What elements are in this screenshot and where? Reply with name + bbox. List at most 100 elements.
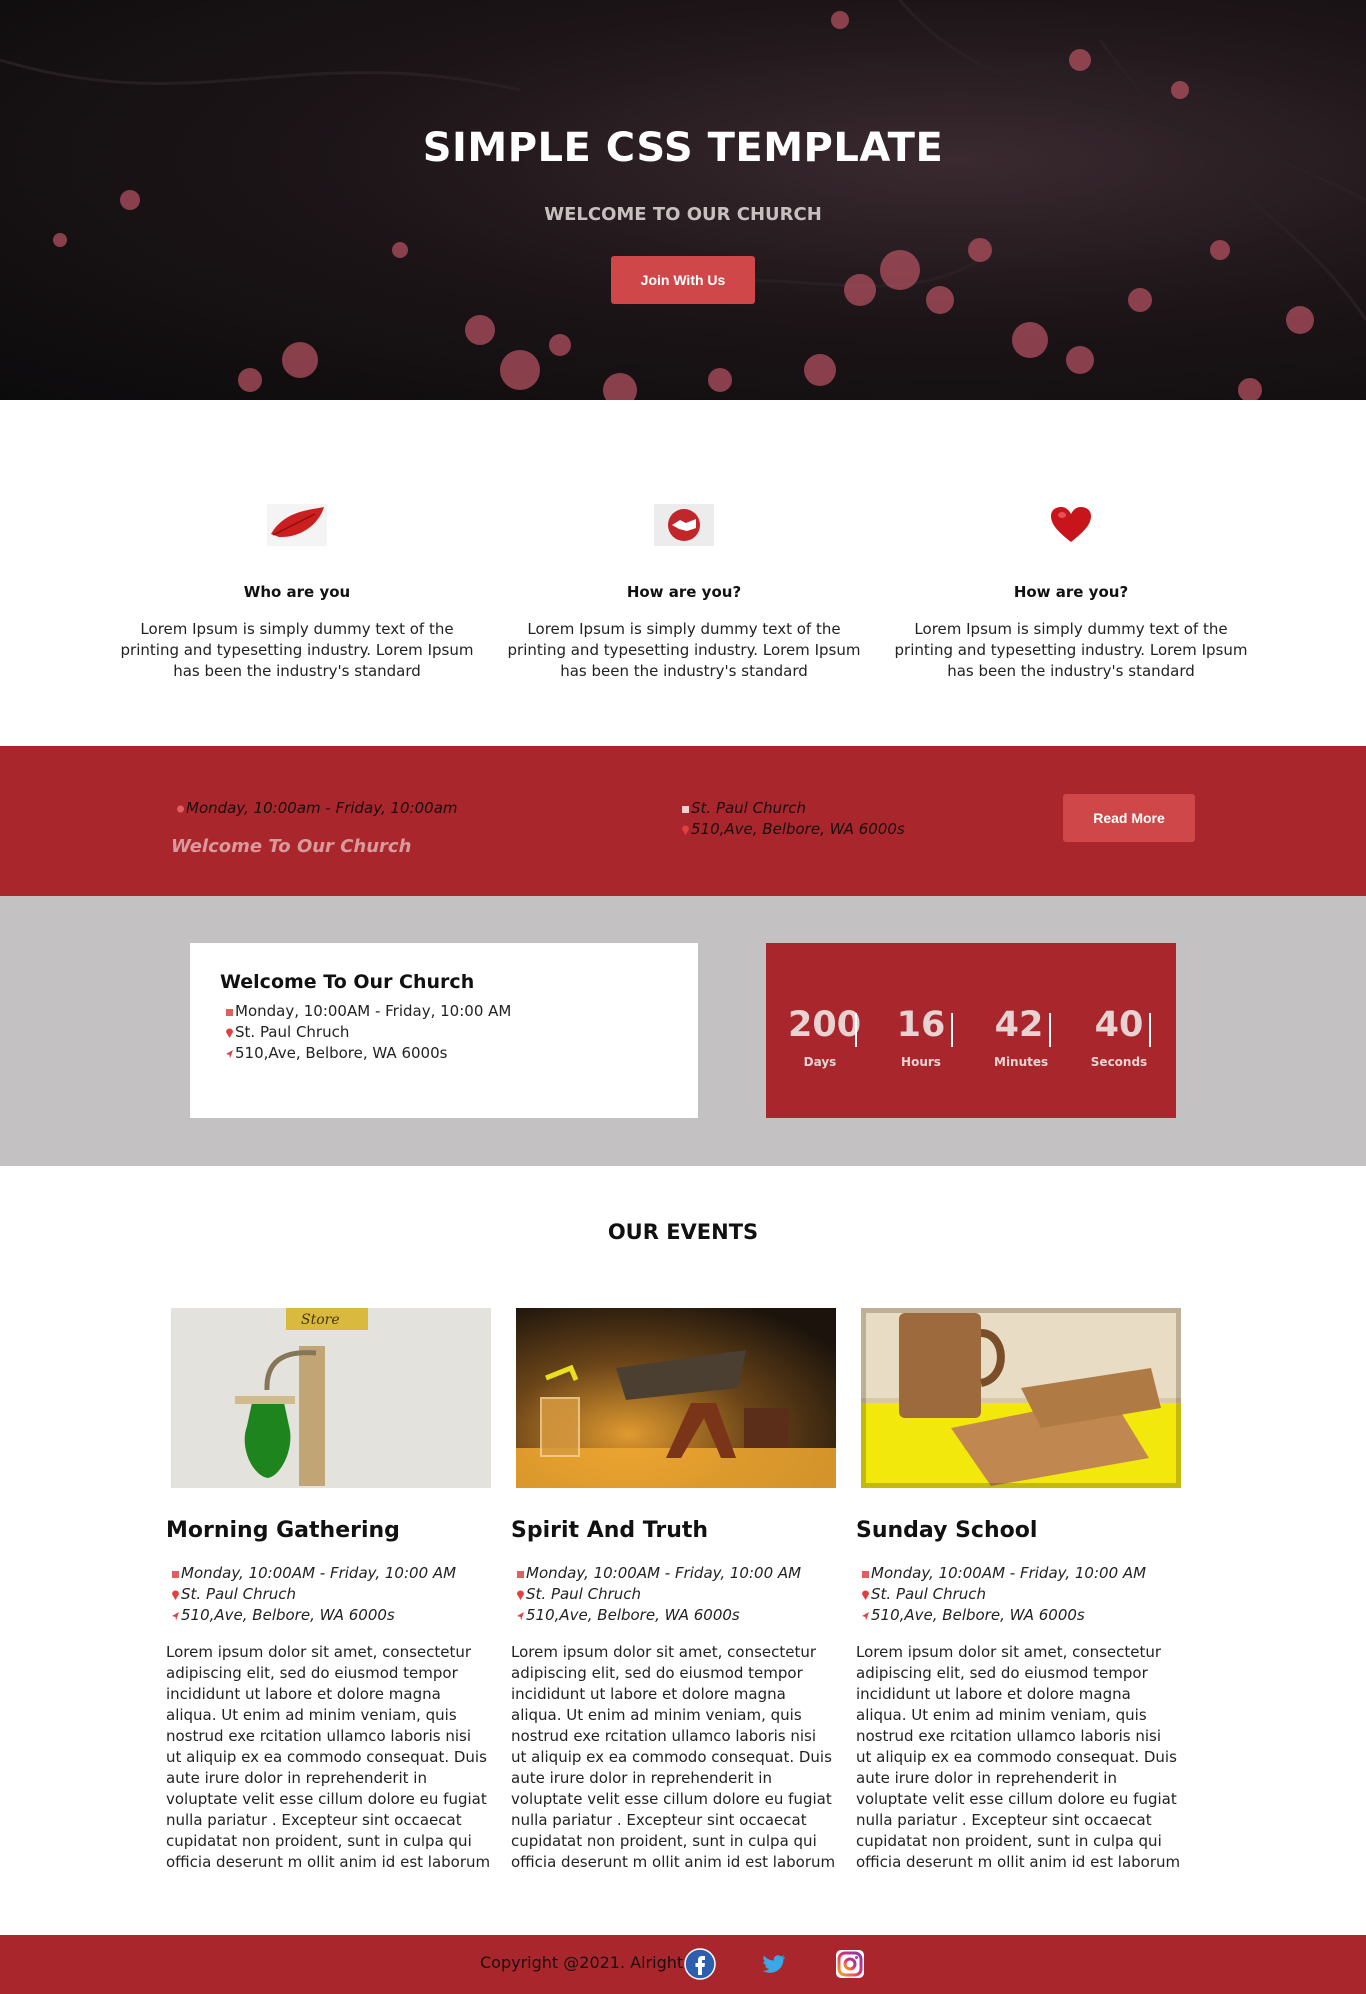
calendar-icon xyxy=(225,1002,234,1016)
facebook-icon[interactable] xyxy=(684,1948,716,1980)
event-meta: Monday, 10:00AM - Friday, 10:00 AM St. P… xyxy=(511,1563,841,1626)
handshake-icon xyxy=(498,503,870,547)
heart-icon xyxy=(885,503,1257,547)
events-section: OUR EVENTS Store Morning Gathering Monda… xyxy=(0,1166,1366,1935)
feature-card: How are you? Lorem Ipsum is simply dummy… xyxy=(885,503,1257,682)
info-address: 510,Ave, Belbore, WA 6000s xyxy=(681,820,905,838)
countdown-minutes-label: Minutes xyxy=(994,1055,1049,1069)
countdown-section: Welcome To Our Church Monday, 10:00AM - … xyxy=(0,896,1366,1166)
event-address: 510,Ave, Belbore, WA 6000s xyxy=(516,1605,841,1626)
event-meta: Monday, 10:00AM - Friday, 10:00 AM St. P… xyxy=(166,1563,496,1626)
twitter-icon[interactable] xyxy=(758,1948,790,1980)
feature-title: How are you? xyxy=(1013,583,1129,601)
event-description: Lorem ipsum dolor sit amet, consectetur … xyxy=(856,1643,1181,1871)
countdown-hours-label: Hours xyxy=(901,1055,941,1069)
feature-text: Lorem Ipsum is simply dummy text of the … xyxy=(894,620,1248,680)
countdown-days: 200 xyxy=(788,1005,862,1045)
info-welcome: Welcome To Our Church xyxy=(171,836,412,857)
event-image-mug xyxy=(861,1308,1181,1488)
leaf-icon xyxy=(111,503,483,547)
feature-text: Lorem Ipsum is simply dummy text of the … xyxy=(120,620,474,680)
feature-card: Who are you Lorem Ipsum is simply dummy … xyxy=(111,503,483,682)
event-address-text: 510,Ave, Belbore, WA 6000s xyxy=(871,1606,1085,1624)
countdown-timer: 200 Days 16 Hours 42 Minutes 40 Seconds xyxy=(766,943,1176,1118)
event-card: Spirit And Truth Monday, 10:00AM - Frida… xyxy=(511,1308,841,1873)
welcome-card-title: Welcome To Our Church xyxy=(220,971,475,993)
location-pin-icon xyxy=(171,1585,180,1600)
footer: Copyright @2021. Alright xyxy=(0,1935,1366,1994)
navigation-arrow-icon xyxy=(171,1606,180,1621)
location-pin-icon xyxy=(681,821,690,835)
copyright-text: Copyright @2021. Alright xyxy=(480,1953,684,1972)
countdown-minutes: 42 xyxy=(994,1005,1044,1045)
event-schedule-text: Monday, 10:00AM - Friday, 10:00 AM xyxy=(181,1564,457,1582)
event-church-text: St. Paul Chruch xyxy=(181,1585,297,1603)
welcome-card-schedule: Monday, 10:00AM - Friday, 10:00 AM xyxy=(220,1001,668,1022)
event-image-desk xyxy=(516,1308,836,1488)
welcome-card-church: St. Paul Chruch xyxy=(220,1022,668,1043)
events-title: OUR EVENTS xyxy=(607,1220,759,1244)
event-description: Lorem ipsum dolor sit amet, consectetur … xyxy=(166,1643,491,1871)
event-schedule-text: Monday, 10:00AM - Friday, 10:00 AM xyxy=(526,1564,802,1582)
calendar-icon xyxy=(171,1564,180,1578)
info-bar: Monday, 10:00am - Friday, 10:00am Welcom… xyxy=(0,746,1366,896)
countdown-divider xyxy=(951,1013,953,1047)
calendar-icon xyxy=(516,1564,525,1578)
welcome-card-address: 510,Ave, Belbore, WA 6000s xyxy=(220,1043,668,1064)
countdown-days-label: Days xyxy=(803,1055,837,1069)
info-church: St. Paul Church xyxy=(681,799,806,817)
join-with-us-button[interactable]: Join With Us xyxy=(611,256,755,304)
info-address-text: 510,Ave, Belbore, WA 6000s xyxy=(691,820,905,838)
instagram-icon[interactable] xyxy=(834,1948,866,1980)
location-pin-icon xyxy=(516,1585,525,1600)
church-icon xyxy=(681,800,690,813)
event-schedule: Monday, 10:00AM - Friday, 10:00 AM xyxy=(171,1563,496,1584)
event-description: Lorem ipsum dolor sit amet, consectetur … xyxy=(511,1643,836,1871)
event-card: Store Morning Gathering Monday, 10:00AM … xyxy=(166,1308,496,1873)
event-address: 510,Ave, Belbore, WA 6000s xyxy=(171,1605,496,1626)
event-title: Sunday School xyxy=(856,1518,1038,1543)
feature-title: Who are you xyxy=(243,583,351,601)
event-address: 510,Ave, Belbore, WA 6000s xyxy=(861,1605,1186,1626)
feature-card: How are you? Lorem Ipsum is simply dummy… xyxy=(498,503,870,682)
location-pin-icon xyxy=(861,1585,870,1600)
countdown-seconds: 40 xyxy=(1094,1005,1144,1045)
navigation-arrow-icon xyxy=(225,1044,234,1059)
event-address-text: 510,Ave, Belbore, WA 6000s xyxy=(526,1606,740,1624)
location-pin-icon xyxy=(225,1023,234,1038)
info-schedule-text: Monday, 10:00am - Friday, 10:00am xyxy=(186,799,458,817)
info-church-text: St. Paul Church xyxy=(691,799,807,817)
event-card: Sunday School Monday, 10:00AM - Friday, … xyxy=(856,1308,1186,1873)
features-section: Who are you Lorem Ipsum is simply dummy … xyxy=(0,400,1366,746)
event-title: Morning Gathering xyxy=(166,1518,400,1543)
event-church-text: St. Paul Chruch xyxy=(526,1585,642,1603)
navigation-arrow-icon xyxy=(516,1606,525,1621)
feature-title: How are you? xyxy=(626,583,742,601)
calendar-icon xyxy=(861,1564,870,1578)
countdown-divider xyxy=(1149,1013,1151,1047)
event-church-text: St. Paul Chruch xyxy=(871,1585,987,1603)
event-schedule-text: Monday, 10:00AM - Friday, 10:00 AM xyxy=(871,1564,1147,1582)
event-title: Spirit And Truth xyxy=(511,1518,709,1543)
feature-text: Lorem Ipsum is simply dummy text of the … xyxy=(507,620,861,680)
event-schedule: Monday, 10:00AM - Friday, 10:00 AM xyxy=(516,1563,841,1584)
hero-subtitle: WELCOME TO OUR CHURCH xyxy=(544,204,822,225)
event-image-lamp: Store xyxy=(171,1308,491,1488)
countdown-divider xyxy=(1049,1013,1051,1047)
welcome-card: Welcome To Our Church Monday, 10:00AM - … xyxy=(190,943,698,1118)
read-more-button[interactable]: Read More xyxy=(1063,794,1195,842)
countdown-divider xyxy=(855,1013,857,1047)
info-schedule: Monday, 10:00am - Friday, 10:00am xyxy=(176,799,458,817)
event-meta: Monday, 10:00AM - Friday, 10:00 AM St. P… xyxy=(856,1563,1186,1626)
clock-icon xyxy=(176,800,185,813)
event-church: St. Paul Chruch xyxy=(516,1584,841,1605)
countdown-hours: 16 xyxy=(896,1005,946,1045)
event-church: St. Paul Chruch xyxy=(861,1584,1186,1605)
welcome-card-address-text: 510,Ave, Belbore, WA 6000s xyxy=(235,1044,448,1062)
hero-banner: SIMPLE CSS TEMPLATE WELCOME TO OUR CHURC… xyxy=(0,0,1366,400)
navigation-arrow-icon xyxy=(861,1606,870,1621)
welcome-card-schedule-text: Monday, 10:00AM - Friday, 10:00 AM xyxy=(235,1002,512,1020)
event-church: St. Paul Chruch xyxy=(171,1584,496,1605)
countdown-seconds-label: Seconds xyxy=(1090,1055,1148,1069)
welcome-card-church-text: St. Paul Chruch xyxy=(235,1023,350,1041)
